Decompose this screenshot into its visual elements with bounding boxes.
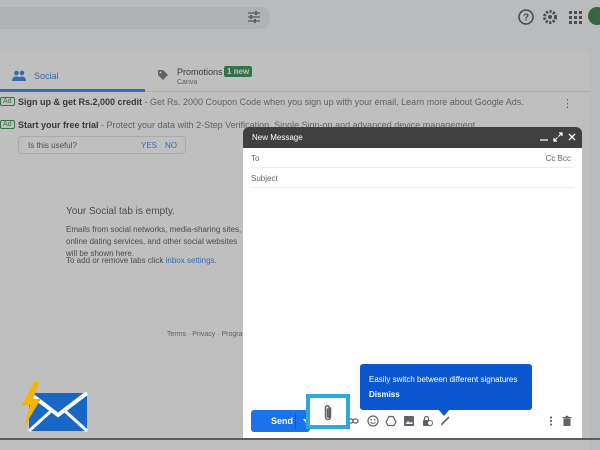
compose-title: New Message: [252, 133, 303, 142]
attach-files-button[interactable]: [306, 394, 350, 429]
mail-lightning-logo: [22, 382, 89, 433]
more-options-icon[interactable]: [545, 415, 557, 427]
compose-header: New Message: [243, 127, 582, 148]
subject-field[interactable]: Subject: [251, 170, 574, 188]
send-button[interactable]: Send: [251, 410, 310, 432]
photo-icon[interactable]: [403, 415, 415, 427]
emoji-icon[interactable]: [367, 415, 379, 427]
signature-pen-icon[interactable]: [439, 415, 451, 427]
discard-draft-icon[interactable]: [561, 415, 573, 427]
bottom-divider: [0, 438, 600, 440]
send-label: Send: [271, 416, 294, 426]
compose-toolbar: Send: [243, 394, 582, 434]
tooltip-pointer: [438, 409, 450, 416]
tooltip-text: Easily switch between different signatur…: [369, 375, 518, 384]
to-label: To: [251, 154, 260, 163]
send-divider: [295, 413, 296, 429]
subject-label: Subject: [251, 174, 278, 183]
close-icon[interactable]: [567, 132, 577, 142]
expand-icon[interactable]: [553, 132, 563, 142]
paperclip-icon: [324, 404, 332, 421]
cc-bcc-button[interactable]: Cc Bcc: [546, 154, 571, 163]
drive-icon[interactable]: [385, 415, 397, 427]
signature-tooltip: Easily switch between different signatur…: [360, 364, 532, 410]
tooltip-dismiss-button[interactable]: Dismiss: [369, 390, 400, 399]
to-field[interactable]: To Cc Bcc: [251, 150, 574, 168]
minimize-icon[interactable]: [539, 132, 549, 142]
confidential-mode-icon[interactable]: [421, 415, 433, 427]
